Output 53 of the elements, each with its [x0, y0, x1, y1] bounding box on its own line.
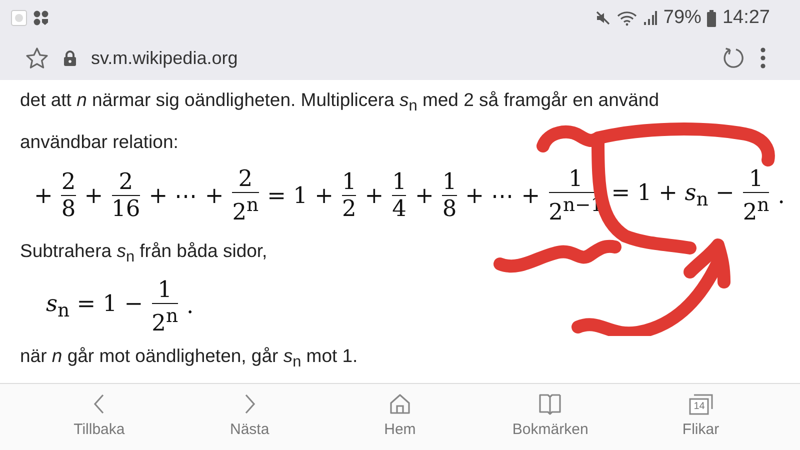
math-expression: = 1 + s$_{n}$ −	[611, 180, 734, 211]
numerator: 1	[392, 169, 406, 196]
numerator: 1	[342, 169, 356, 196]
denominator: 16	[112, 196, 140, 222]
paragraph: det att n närmar sig oändligheten. Multiplicera s$_{n}$ med 2 så framgår en använd användbar relation:	[20, 88, 660, 154]
denominator: 2$^{n}$	[232, 194, 259, 226]
mute-icon	[595, 10, 612, 26]
clock: 14:27	[722, 7, 770, 29]
denominator: 4	[392, 196, 406, 222]
math-expression: +	[414, 182, 434, 209]
math-expression: s$_{n}$ = 1 −	[46, 291, 144, 322]
numerator: 1	[568, 166, 583, 192]
battery-percentage: 79%	[663, 7, 702, 29]
denominator: 2$^{n}$	[742, 194, 770, 226]
wifi-icon	[617, 10, 638, 26]
battery-icon	[707, 10, 716, 26]
nav-button[interactable]: Nästa	[194, 392, 305, 446]
nav-button[interactable]: 14 Flikar	[646, 392, 756, 446]
math-expression: = 1 +	[267, 182, 334, 209]
menu-icon[interactable]	[760, 47, 766, 69]
back-icon	[94, 394, 104, 414]
denominator: 8	[442, 196, 457, 222]
denominator: 2$^{n}$	[152, 304, 178, 336]
denominator: 8	[61, 196, 76, 222]
numerator: 1	[442, 169, 457, 196]
nav-button[interactable]: Hem	[344, 392, 455, 446]
math-expression: +	[84, 182, 104, 209]
math-expression: .	[778, 182, 785, 209]
numerator: 2	[61, 169, 76, 196]
paragraph: när n går mot oändligheten, går s$_{n}$ mot 1.	[20, 344, 359, 374]
star-icon[interactable]	[25, 47, 49, 69]
numerator: 1	[748, 166, 764, 192]
lock-icon	[63, 50, 77, 66]
math-expression: + ⋯ +	[465, 182, 540, 210]
numerator: 1	[158, 276, 172, 303]
numerator: 2	[118, 169, 134, 196]
nav-button[interactable]: Tillbaka	[44, 392, 154, 446]
numerator: 2	[238, 166, 253, 192]
math-expression: + ⋯ +	[148, 182, 224, 210]
home-icon	[390, 394, 410, 414]
grid-icon	[33, 10, 49, 26]
app-icon	[11, 10, 27, 26]
nav-button[interactable]: Bokmärken	[495, 392, 606, 446]
forward-icon	[244, 394, 255, 414]
paragraph: Subtrahera s$_{n}$ från båda sidor,	[20, 238, 268, 268]
signal-icon	[643, 10, 658, 26]
math-expression: .	[186, 293, 194, 320]
math-expression: +	[364, 182, 384, 209]
math-expression: +	[34, 182, 53, 209]
url-text[interactable]: sv.m.wikipedia.org	[91, 48, 238, 68]
book-icon	[539, 394, 562, 414]
denominator: 2	[342, 196, 356, 222]
reload-icon[interactable]	[722, 46, 746, 70]
